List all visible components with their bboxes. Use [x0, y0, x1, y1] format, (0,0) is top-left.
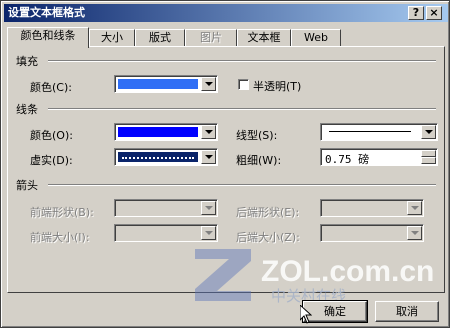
arrows-section-title: 箭头	[16, 179, 38, 192]
chevron-down-icon[interactable]	[201, 125, 216, 139]
fill-section-title: 填充	[16, 55, 38, 68]
chevron-down-icon[interactable]	[201, 77, 216, 91]
begin-style-dropdown	[114, 199, 218, 217]
tab-picture: 图片	[185, 29, 237, 47]
dash-dropdown[interactable]	[114, 148, 218, 166]
chevron-down-icon[interactable]	[421, 125, 436, 139]
ok-button[interactable]: 确定	[302, 300, 368, 323]
tab-colors-lines[interactable]: 颜色和线条	[7, 27, 89, 48]
begin-style-label: 前端形状(B):	[30, 206, 94, 219]
chevron-down-icon	[407, 201, 422, 215]
dash-selection	[118, 152, 198, 162]
weight-label: 粗细(W):	[236, 154, 282, 167]
chevron-down-icon	[201, 226, 216, 240]
end-size-label: 后端大小(Z):	[236, 231, 300, 244]
begin-size-dropdown	[114, 224, 218, 242]
chevron-down-icon	[407, 226, 422, 240]
weight-value: 0.75 磅	[325, 153, 370, 166]
line-section-title: 线条	[16, 103, 38, 116]
title-bar: 设置文本框格式 ? ×	[4, 4, 448, 22]
fill-divider	[48, 60, 436, 62]
end-style-label: 后端形状(E):	[236, 206, 300, 219]
semi-transparent-checkbox[interactable]	[238, 79, 249, 90]
tab-size[interactable]: 大小	[89, 29, 135, 47]
fill-color-label: 颜色(C):	[30, 81, 72, 94]
weight-input[interactable]: 0.75 磅	[320, 148, 438, 166]
tab-layout[interactable]: 版式	[135, 29, 185, 47]
mouse-cursor-icon	[300, 305, 312, 324]
end-size-dropdown	[320, 224, 424, 242]
end-style-dropdown	[320, 199, 424, 217]
arrows-divider	[48, 184, 436, 186]
line-style-dropdown[interactable]	[320, 123, 438, 141]
format-textbox-dialog: 设置文本框格式 ? × 颜色和线条 大小 版式 图片 文本框 Web 填充 颜色…	[0, 0, 450, 328]
help-button[interactable]: ?	[408, 6, 424, 20]
line-color-label: 颜色(O):	[30, 129, 73, 142]
begin-size-label: 前端大小(I):	[30, 231, 90, 244]
fill-color-swatch	[118, 79, 198, 89]
cancel-button[interactable]: 取消	[375, 301, 439, 322]
window-title: 设置文本框格式	[8, 6, 85, 19]
chevron-down-icon[interactable]	[201, 150, 216, 164]
line-color-swatch	[118, 127, 198, 137]
close-button[interactable]: ×	[426, 6, 442, 20]
weight-up-button[interactable]	[421, 150, 436, 157]
fill-color-dropdown[interactable]	[114, 75, 218, 93]
line-divider	[48, 108, 436, 110]
semi-transparent-label: 半透明(T)	[253, 80, 302, 93]
line-style-preview	[329, 131, 411, 132]
tab-textbox[interactable]: 文本框	[237, 29, 291, 47]
dash-preview	[122, 157, 194, 159]
dash-label: 虚实(D):	[30, 154, 73, 167]
chevron-down-icon	[201, 201, 216, 215]
line-color-dropdown[interactable]	[114, 123, 218, 141]
line-style-label: 线型(S):	[236, 129, 278, 142]
tab-web[interactable]: Web	[291, 29, 341, 47]
tab-panel: 填充 颜色(C): 半透明(T) 线条 颜色(O): 线型(S): 虚实(D):	[7, 46, 445, 293]
weight-down-button[interactable]	[421, 157, 436, 164]
